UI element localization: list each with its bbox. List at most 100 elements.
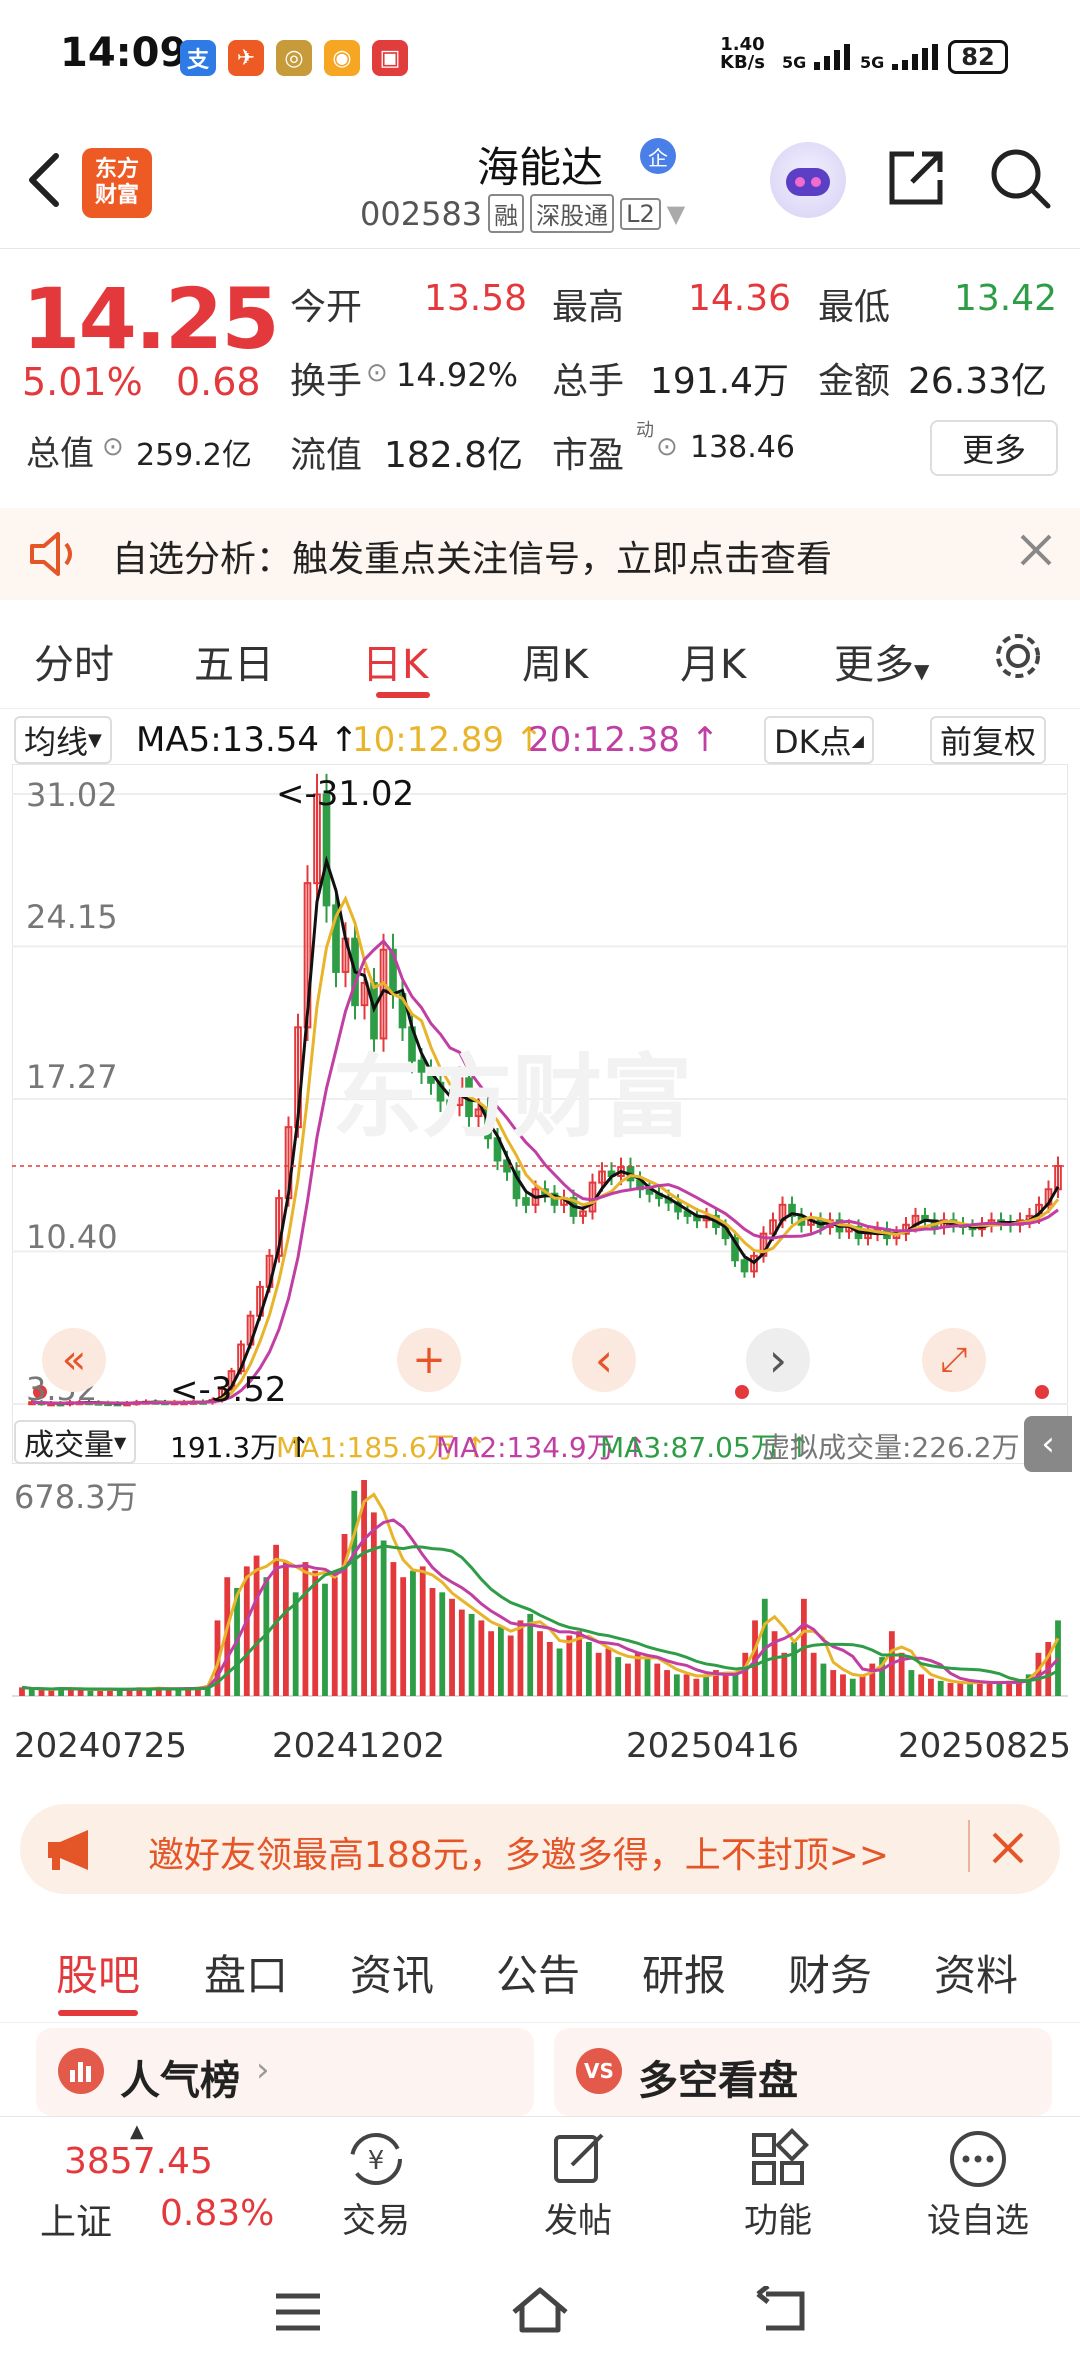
volume-bar <box>322 1583 328 1696</box>
open-label: 今开 <box>290 287 363 328</box>
tab-more[interactable]: 更多▼ <box>834 632 929 690</box>
volume-bar <box>380 1540 387 1696</box>
info-icon-3[interactable]: ⊙ <box>656 432 678 462</box>
float-value: 182.8亿 <box>384 435 524 476</box>
tab-weekly-k[interactable]: 周K <box>522 632 588 690</box>
turnover-label: 换手 <box>290 361 363 402</box>
home-button[interactable] <box>508 2284 572 2340</box>
bull-bear-title: 多空看盘 <box>638 2058 798 2104</box>
volume-bar <box>566 1635 573 1696</box>
pe-value: 138.46 <box>690 430 795 465</box>
volume-bar <box>732 1674 739 1696</box>
volume-bar <box>810 1652 817 1696</box>
rewind-button[interactable]: « <box>42 1328 106 1392</box>
volume-bar <box>243 1566 250 1696</box>
signal-dot <box>1035 1385 1049 1399</box>
brand-logo: 东方 财富 <box>82 148 152 218</box>
nav-add-watchlist[interactable]: 设自选 <box>898 2127 1058 2241</box>
connect-tag: 深股通 <box>530 194 615 233</box>
volume-select[interactable]: 成交量 ▼ <box>14 1420 137 1464</box>
candle-body <box>522 1197 530 1206</box>
weibo-icon: ◉ <box>324 40 360 76</box>
prev-button[interactable]: ‹ <box>572 1328 636 1392</box>
divider <box>968 1820 970 1872</box>
popularity-card[interactable]: 人气榜 › <box>36 2028 534 2116</box>
volume-bar <box>869 1663 876 1696</box>
volume-bar <box>849 1678 856 1696</box>
back-nav-button[interactable] <box>754 2284 810 2338</box>
grid-icon <box>752 2128 809 2185</box>
ma20-value: 20:12.38 ↑ <box>528 720 720 760</box>
kline-chart[interactable]: 31.02 24.15 17.27 10.40 3.52 <-31.02 <-3… <box>11 763 1069 1465</box>
caret-up-icon: ▲ <box>130 2121 144 2142</box>
tab-news[interactable]: 资讯 <box>350 1942 434 2003</box>
info-icon[interactable]: ⊙ <box>366 358 388 388</box>
tab-daily-k[interactable]: 日K <box>362 632 428 690</box>
volume-bar <box>947 1683 954 1696</box>
date-tick: 20240725 <box>14 1726 188 1766</box>
back-button[interactable] <box>24 150 64 210</box>
adjust-button[interactable]: 前复权 <box>930 716 1047 764</box>
assistant-robot-icon[interactable] <box>770 142 846 218</box>
quote-panel: 14.25 5.01% 0.68 今开 13.58 最高 14.36 最低 13… <box>0 248 1080 498</box>
tab-monthly-k[interactable]: 月K <box>680 632 746 690</box>
active-tab-indicator <box>58 2010 138 2016</box>
volume-bar <box>781 1652 788 1696</box>
more-button[interactable]: 更多 <box>930 420 1058 476</box>
nav-function[interactable]: 功能 <box>698 2127 858 2241</box>
zoom-in-button[interactable]: + <box>397 1328 461 1392</box>
max-annotation: <-31.02 <box>276 774 415 814</box>
date-tick: 20250416 <box>626 1726 800 1766</box>
tab-finance[interactable]: 财务 <box>788 1942 872 2003</box>
stock-code-row[interactable]: 002583 融 深股通 L2 ▼ <box>360 194 685 233</box>
close-banner-button[interactable] <box>988 1828 1028 1872</box>
nav-trade[interactable]: ¥ 交易 <box>296 2127 456 2241</box>
tab-pankou[interactable]: 盘口 <box>204 1942 288 2003</box>
megaphone-icon <box>44 1828 100 1876</box>
collapse-panel-button[interactable]: ‹ <box>1024 1416 1072 1472</box>
volume-bar <box>595 1652 602 1696</box>
chart-settings-button[interactable] <box>990 628 1046 688</box>
tab-announcements[interactable]: 公告 <box>496 1942 580 2003</box>
share-button[interactable] <box>884 146 948 214</box>
nav-post-label: 发帖 <box>544 2201 612 2241</box>
dk-point-button[interactable]: DK点 ◢ <box>764 716 874 764</box>
amount-label: 金额 <box>818 361 891 402</box>
tab-profile[interactable]: 资料 <box>934 1942 1018 2003</box>
date-tick: 20250825 <box>898 1726 1072 1766</box>
popularity-title: 人气榜 <box>120 2058 240 2104</box>
volume-svg <box>12 1480 1068 1697</box>
search-button[interactable] <box>988 146 1052 214</box>
ma5-value: MA5:13.54 ↑ <box>136 720 359 760</box>
low-label: 最低 <box>818 287 891 328</box>
clock: 14:09 <box>60 30 188 76</box>
close-notice-button[interactable] <box>1016 530 1056 574</box>
volume-bar <box>664 1670 670 1696</box>
invite-banner[interactable]: 邀好友领最高188元，多邀多得，上不封顶>> <box>20 1804 1060 1894</box>
battery-icon: 82 <box>948 40 1008 74</box>
bull-bear-card[interactable]: VS 多空看盘 <box>554 2028 1052 2116</box>
tab-5day[interactable]: 五日 <box>194 632 274 690</box>
change-percent: 5.01% <box>22 360 143 404</box>
volume-max-label: 678.3万 <box>14 1478 138 1516</box>
signal-notice[interactable]: 自选分析：触发重点关注信号，立即点击查看 <box>0 508 1080 600</box>
nav-function-label: 功能 <box>744 2201 812 2241</box>
info-icon-2[interactable]: ⊙ <box>102 432 124 462</box>
tab-intraday[interactable]: 分时 <box>34 632 114 690</box>
speaker-icon <box>26 530 82 582</box>
nav-post[interactable]: 发帖 <box>498 2127 658 2241</box>
fullscreen-button[interactable]: ⤢ <box>922 1328 986 1392</box>
tab-guba[interactable]: 股吧 <box>56 1942 140 2003</box>
volume-bar <box>937 1680 944 1696</box>
index-ticker[interactable]: ▲ 3857.45 上证 0.83% <box>0 2117 274 2247</box>
volume-bar <box>488 1631 495 1696</box>
dropdown-icon: ▼ <box>666 199 686 228</box>
volume-bar <box>351 1490 358 1696</box>
pe-sup: 动 <box>636 420 654 441</box>
indicator-select[interactable]: 均线 ▼ <box>14 716 112 764</box>
next-button[interactable]: › <box>746 1328 810 1392</box>
tab-research[interactable]: 研报 <box>642 1942 726 2003</box>
turnover-value: 14.92% <box>396 356 519 394</box>
volume-bar <box>967 1683 973 1696</box>
menu-button[interactable] <box>272 2290 324 2338</box>
